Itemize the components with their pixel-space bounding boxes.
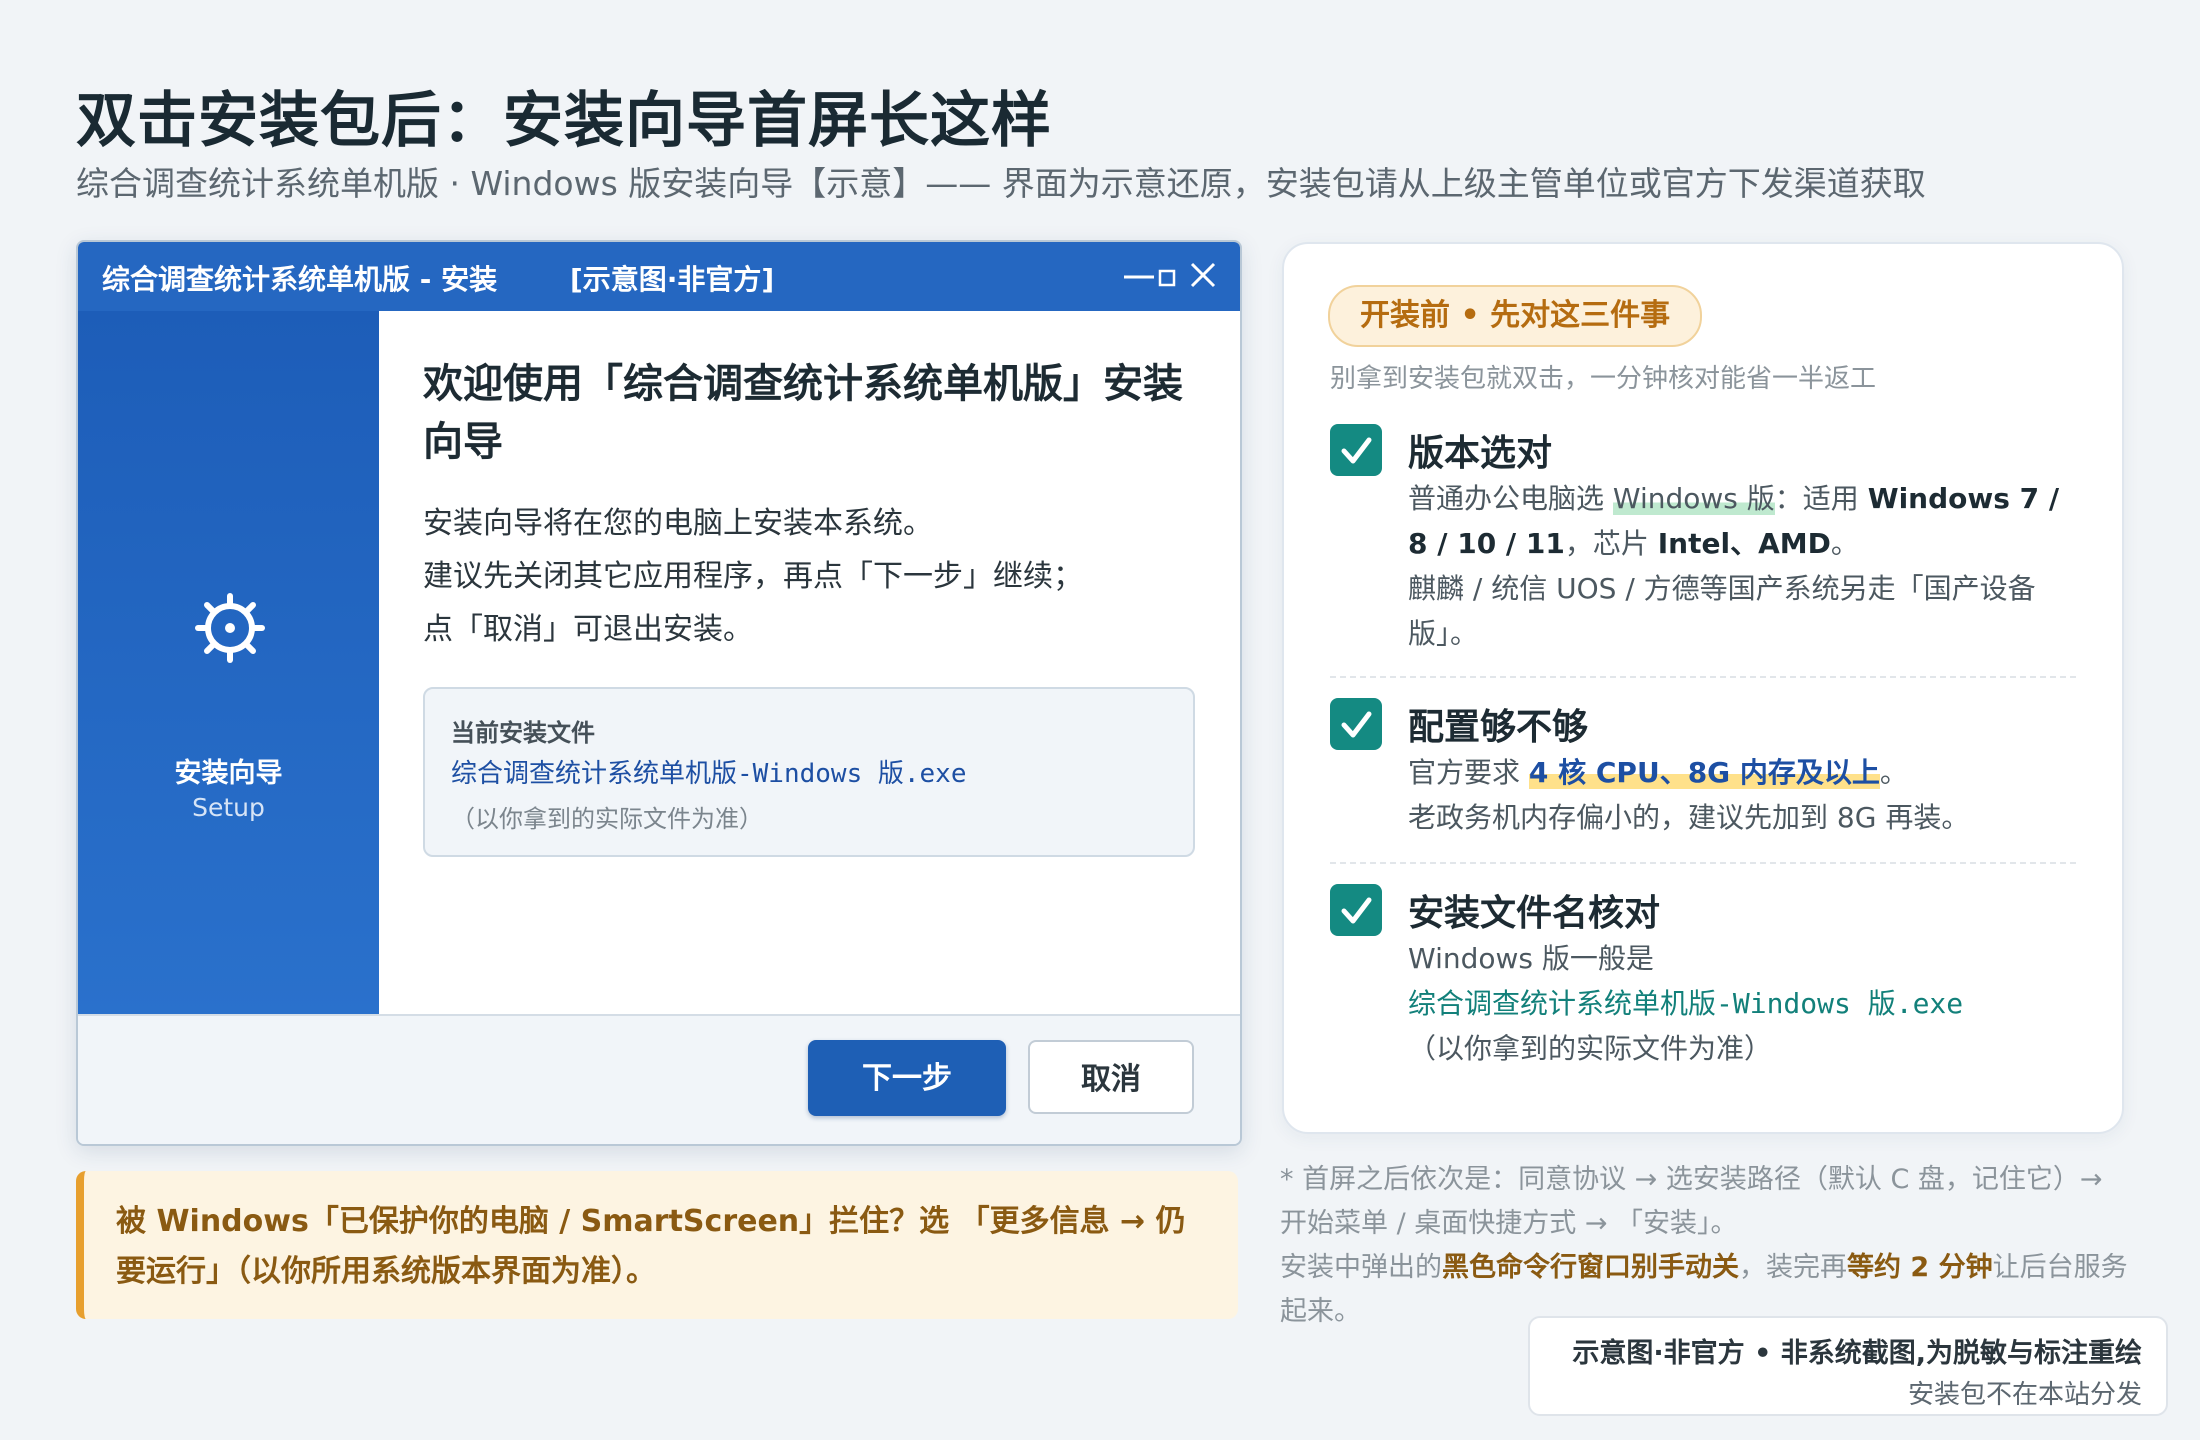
wizard-sidebar: 安装向导 Setup bbox=[78, 311, 379, 1016]
item-body: 普通办公电脑选 Windows 版：适用 Windows 7 / 8 / 10 … bbox=[1408, 476, 2088, 656]
divider bbox=[1330, 676, 2076, 678]
welcome-heading: 欢迎使用「综合调查统计系统单机版」安装向导 bbox=[423, 361, 1183, 465]
item-text: ：适用 bbox=[1774, 482, 1868, 515]
file-box-filename: 综合调查统计系统单机版-Windows 版.exe bbox=[451, 759, 967, 789]
intro-line: 安装向导将在您的电脑上安装本系统。 bbox=[423, 506, 933, 541]
footnote-bold: 黑色命令行窗口别手动关 bbox=[1442, 1252, 1739, 1283]
close-icon[interactable] bbox=[1184, 251, 1228, 301]
wizard-content: 欢迎使用「综合调查统计系统单机版」安装向导 安装向导将在您的电脑上安装本系统。 … bbox=[379, 311, 1240, 1016]
checklist-subtitle: 别拿到安装包就双击，一分钟核对能省一半返工 bbox=[1330, 364, 1877, 394]
file-box-label: 当前安装文件 bbox=[451, 719, 595, 747]
item-text: 。 bbox=[1879, 756, 1908, 789]
page-title: 双击安装包后：安装向导首屏长这样 bbox=[76, 86, 1052, 156]
intro-line: 建议先关闭其它应用程序，再点「下一步」继续； bbox=[423, 559, 1083, 594]
item-text: ，芯片 bbox=[1564, 527, 1658, 560]
checklist-card: 开装前 • 先对这三件事 别拿到安装包就双击，一分钟核对能省一半返工 版本选对 … bbox=[1282, 242, 2124, 1134]
highlight-spec: 4 核 CPU、8G 内存及以上 bbox=[1528, 756, 1880, 789]
window-tag: [示意图·非官方] bbox=[570, 263, 775, 296]
gear-icon bbox=[195, 593, 265, 663]
item-title: 安装文件名核对 bbox=[1408, 893, 1661, 934]
footnote-text: ，装完再 bbox=[1739, 1252, 1847, 1283]
file-box-note: （以你拿到的实际文件为准） bbox=[451, 805, 763, 833]
item-text: 。 bbox=[1830, 527, 1859, 560]
intro-text: 安装向导将在您的电脑上安装本系统。 建议先关闭其它应用程序，再点「下一步」继续；… bbox=[423, 497, 1183, 656]
install-file-box: 当前安装文件 综合调查统计系统单机版-Windows 版.exe （以你拿到的实… bbox=[423, 687, 1195, 857]
item-text: 老政务机内存偏小的，建议先加到 8G 再装。 bbox=[1408, 801, 1970, 834]
item-text: Windows 版一般是 bbox=[1408, 942, 1654, 975]
next-button[interactable]: 下一步 bbox=[808, 1040, 1006, 1116]
item-title: 版本选对 bbox=[1408, 433, 1553, 474]
item-bold: Intel、AMD bbox=[1657, 527, 1831, 560]
sidebar-label: 安装向导 bbox=[174, 758, 283, 789]
stamp-line1: 示意图·非官方 • 非系统截图,为脱敏与标注重绘 bbox=[1572, 1338, 2142, 1369]
item-note: （以你拿到的实际文件为准） bbox=[1408, 1032, 1773, 1065]
checklist-item: 配置够不够 官方要求 4 核 CPU、8G 内存及以上。 老政务机内存偏小的，建… bbox=[1330, 698, 2080, 848]
item-body: Windows 版一般是 综合调查统计系统单机版-Windows 版.exe （… bbox=[1408, 936, 2088, 1071]
window-title-bar[interactable]: 综合调查统计系统单机版 - 安装 [示意图·非官方] bbox=[78, 242, 1240, 311]
smartscreen-warning: 被 Windows「已保护你的电脑 / SmartScreen」拦住？选 「更多… bbox=[76, 1171, 1238, 1319]
divider bbox=[1330, 862, 2076, 864]
stamp-line2: 安装包不在本站分发 bbox=[1907, 1380, 2142, 1410]
item-text: 麒麟 / 统信 UOS / 方德等国产系统另走「国产设备版」。 bbox=[1408, 572, 2036, 650]
item-body: 官方要求 4 核 CPU、8G 内存及以上。 老政务机内存偏小的，建议先加到 8… bbox=[1408, 750, 2088, 840]
checklist-pill: 开装前 • 先对这三件事 bbox=[1328, 285, 1703, 347]
disclaimer-stamp: 示意图·非官方 • 非系统截图,为脱敏与标注重绘 安装包不在本站分发 bbox=[1528, 1316, 2168, 1416]
warning-text: 被 Windows「已保护你的电脑 / SmartScreen」拦住？选 「更多… bbox=[116, 1204, 1186, 1289]
footnote-bold: 等约 2 分钟 bbox=[1847, 1252, 1993, 1283]
check-icon bbox=[1330, 884, 1382, 936]
item-text: 普通办公电脑选 bbox=[1408, 482, 1613, 515]
window-title: 综合调查统计系统单机版 - 安装 bbox=[102, 263, 498, 296]
page-subtitle: 综合调查统计系统单机版 · Windows 版安装向导【示意】—— 界面为示意还… bbox=[76, 164, 1926, 203]
check-icon bbox=[1330, 424, 1382, 476]
item-filename: 综合调查统计系统单机版-Windows 版.exe bbox=[1408, 987, 1964, 1020]
sidebar-sublabel: Setup bbox=[192, 793, 265, 822]
highlight-windows: Windows 版 bbox=[1612, 482, 1775, 515]
intro-line: 点「取消」可退出安装。 bbox=[423, 612, 753, 647]
installer-window: 综合调查统计系统单机版 - 安装 [示意图·非官方] 安装向导 Setup 欢迎… bbox=[76, 240, 1242, 1146]
checklist-item: 安装文件名核对 Windows 版一般是 综合调查统计系统单机版-Windows… bbox=[1330, 884, 2080, 1084]
wizard-footer: 下一步 取消 bbox=[78, 1014, 1240, 1144]
cancel-button[interactable]: 取消 bbox=[1028, 1040, 1194, 1114]
footnote: * 首屏之后依次是：同意协议 → 选安装路径（默认 C 盘，记住它）→ 开始菜单… bbox=[1280, 1158, 2128, 1334]
check-icon bbox=[1330, 698, 1382, 750]
footnote-text: * 首屏之后依次是：同意协议 → 选安装路径（默认 C 盘，记住它）→ 开始菜单… bbox=[1280, 1164, 2103, 1239]
item-text: 官方要求 bbox=[1408, 756, 1529, 789]
item-title: 配置够不够 bbox=[1408, 707, 1589, 748]
checklist-item: 版本选对 普通办公电脑选 Windows 版：适用 Windows 7 / 8 … bbox=[1330, 424, 2080, 684]
maximize-icon[interactable] bbox=[1154, 251, 1184, 301]
footnote-text: 安装中弹出的 bbox=[1280, 1252, 1442, 1283]
